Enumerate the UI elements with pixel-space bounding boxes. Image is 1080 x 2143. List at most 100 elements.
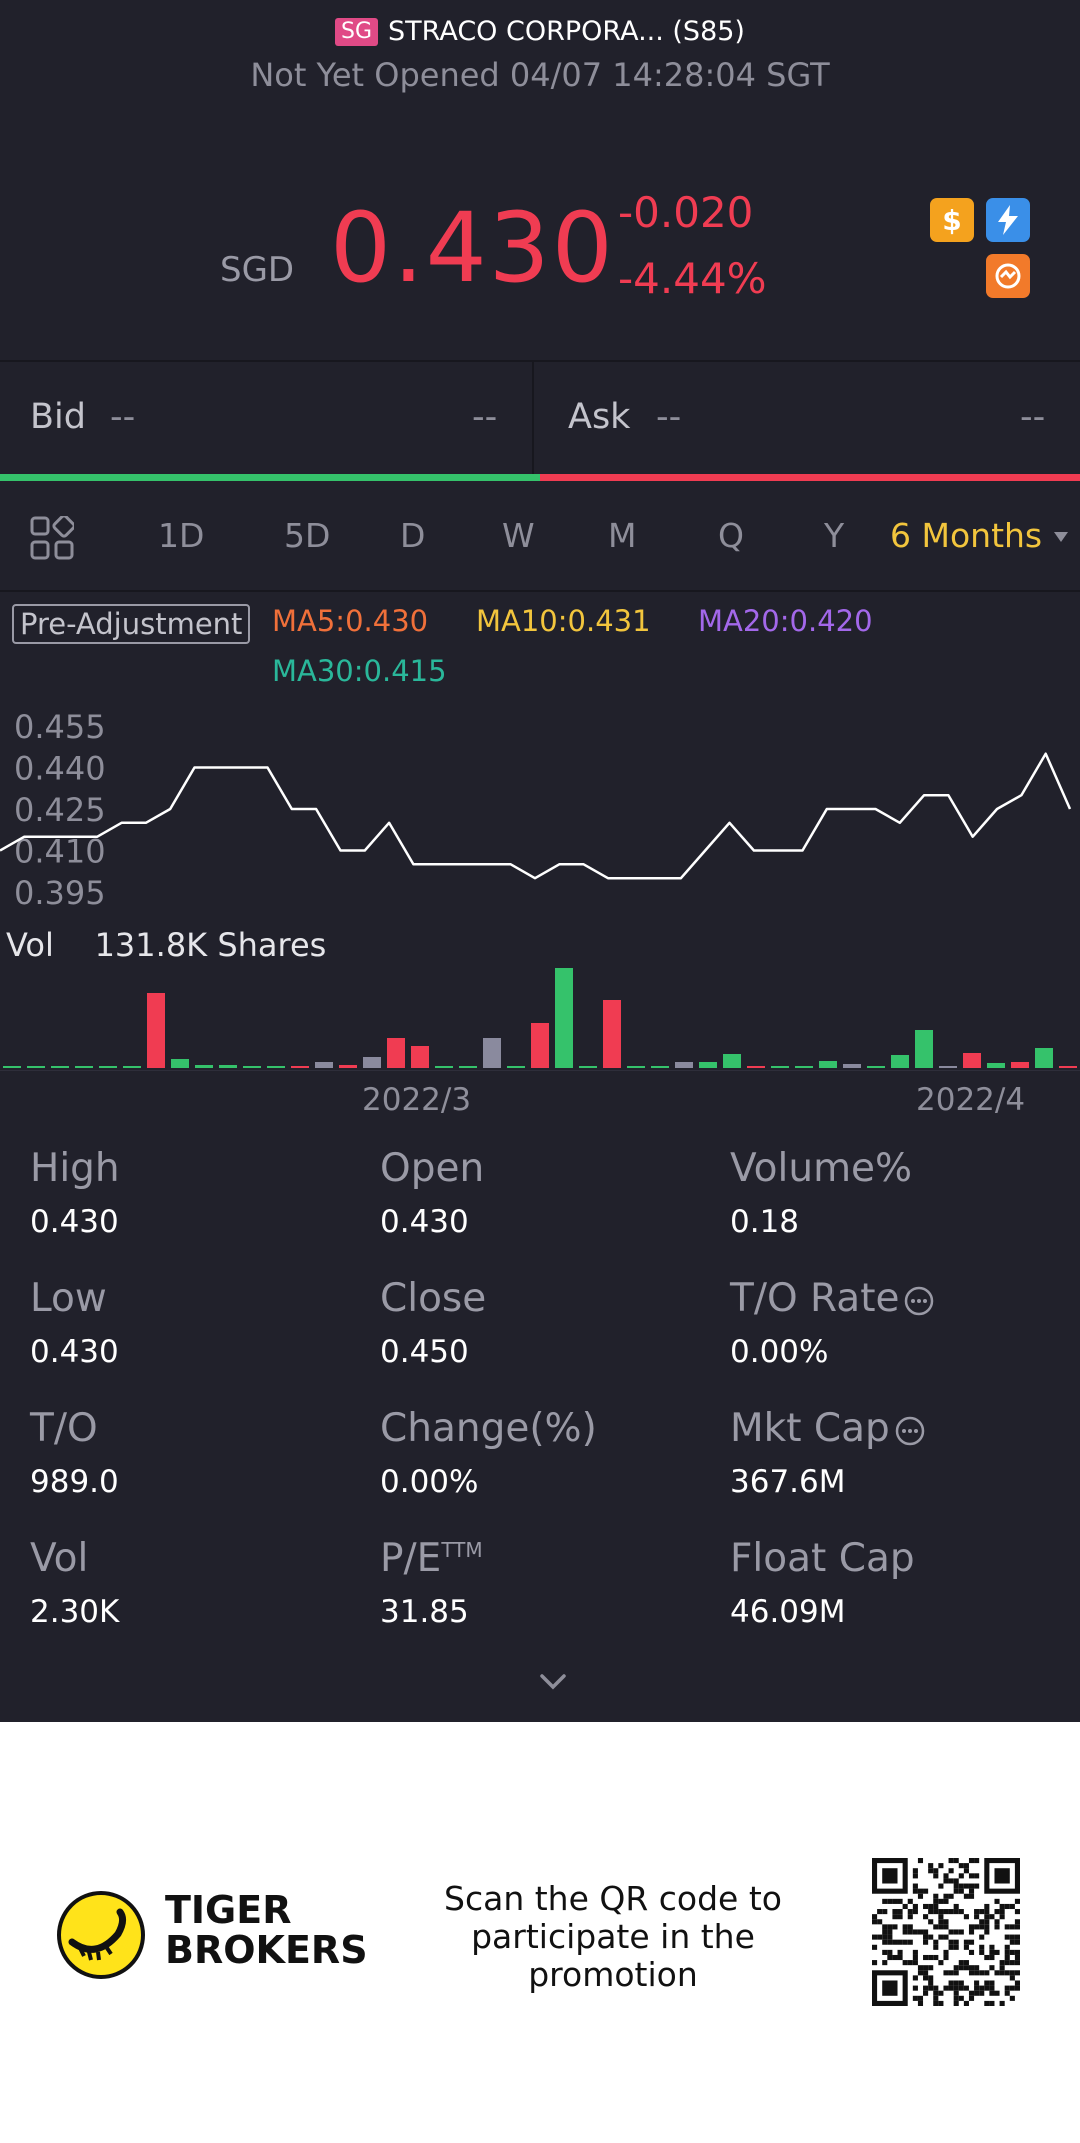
- qr-module: [1009, 1924, 1015, 1930]
- stat-close-value: 0.450: [380, 1334, 469, 1370]
- qr-module: [938, 1909, 944, 1915]
- qr-module: [979, 1909, 985, 1915]
- flash-icon[interactable]: [986, 198, 1030, 242]
- more-info-icon[interactable]: [903, 1285, 935, 1317]
- volume-bar: [603, 1000, 621, 1068]
- volume-bar-chart[interactable]: [0, 950, 1080, 1072]
- stat-float-cap-value: 46.09M: [730, 1594, 846, 1630]
- qr-module: [872, 1944, 878, 1950]
- qr-module: [948, 1909, 954, 1915]
- bid-label: Bid: [30, 397, 86, 437]
- more-info-icon[interactable]: [894, 1415, 926, 1447]
- volume-bar: [747, 1066, 765, 1068]
- qr-module: [872, 1919, 878, 1925]
- qr-finder-module: [882, 1980, 898, 1996]
- stat-low-label: Low: [30, 1276, 107, 1321]
- qr-module: [968, 1893, 975, 1899]
- qr-module: [892, 1924, 898, 1930]
- qr-module: [933, 1868, 939, 1874]
- qr-module: [963, 1939, 969, 1945]
- stat-to-rate-value: 0.00%: [730, 1334, 829, 1370]
- qr-module: [963, 2000, 969, 2006]
- volume-bar: [723, 1054, 741, 1068]
- promo-line: Scan the QR code to: [444, 1879, 782, 1918]
- qr-module: [928, 1965, 934, 1971]
- stat-open-label: Open: [380, 1146, 485, 1191]
- tab-1d[interactable]: 1D: [158, 516, 204, 555]
- qr-module: [933, 1873, 939, 1879]
- volume-bar: [267, 1066, 285, 1068]
- qr-module: [984, 1954, 990, 1961]
- qr-module: [943, 1893, 949, 1899]
- qr-module: [943, 1909, 949, 1915]
- volume-bar: [699, 1062, 717, 1068]
- qr-module: [1009, 1939, 1015, 1945]
- chevron-down-icon[interactable]: [538, 1670, 568, 1694]
- tab-m[interactable]: M: [608, 516, 636, 555]
- stat-vol-value: 2.30K: [30, 1594, 120, 1630]
- qr-module: [907, 1914, 913, 1920]
- shield-icon[interactable]: [986, 254, 1030, 298]
- stat-low-value: 0.430: [30, 1334, 119, 1370]
- qr-module: [912, 1975, 918, 1981]
- tab-5d[interactable]: 5D: [284, 516, 330, 555]
- tab-q[interactable]: Q: [718, 516, 744, 555]
- qr-module: [974, 1914, 980, 1920]
- qr-module: [923, 1903, 929, 1910]
- tab-w[interactable]: W: [502, 516, 535, 555]
- qr-module: [928, 1934, 934, 1940]
- volume-bar: [675, 1062, 693, 1068]
- volume-bar: [27, 1066, 45, 1068]
- stock-name: STRACO CORPORA... (S85): [388, 16, 745, 47]
- volume-bar: [339, 1065, 357, 1068]
- stat-pe-value: 31.85: [380, 1594, 469, 1630]
- volume-bar: [1011, 1062, 1029, 1068]
- qr-module: [928, 1985, 934, 1991]
- tab-6-months[interactable]: 6 Months: [890, 516, 1042, 555]
- y-tick-label: 0.440: [14, 750, 106, 788]
- qr-module: [897, 1909, 903, 1915]
- qr-module: [882, 1960, 888, 1966]
- qr-module: [912, 1909, 918, 1915]
- stat-pe-label: P/E: [380, 1536, 442, 1581]
- price-line-chart[interactable]: 0.455 0.4400.425 0.4100.395: [0, 700, 1080, 920]
- qr-module: [948, 1985, 954, 1991]
- qr-module: [877, 1909, 883, 1915]
- qr-module: [1014, 1985, 1020, 1991]
- qr-code[interactable]: [872, 1858, 1020, 2006]
- volume-bar: [963, 1053, 981, 1068]
- qr-module: [1004, 1985, 1010, 1991]
- stat-close-label: Close: [380, 1276, 487, 1321]
- qr-module: [958, 1888, 964, 1894]
- qr-module: [979, 1990, 985, 1996]
- qr-module: [938, 1883, 944, 1889]
- promo-line: participate in the: [471, 1917, 755, 1956]
- qr-module: [892, 1898, 898, 1904]
- qr-module: [1004, 1990, 1010, 1996]
- adjustment-toggle[interactable]: Pre-Adjustment: [12, 604, 251, 644]
- grid-icon[interactable]: [30, 516, 74, 560]
- qr-module: [902, 1903, 908, 1910]
- dollar-icon[interactable]: $: [930, 198, 974, 242]
- qr-module: [999, 1914, 1005, 1920]
- brand-line: BROKERS: [165, 1928, 368, 1972]
- qr-module: [1014, 1898, 1020, 1904]
- qr-module: [953, 1970, 959, 1976]
- bid-price: --: [110, 397, 136, 437]
- chevron-down-icon[interactable]: [1054, 532, 1068, 542]
- qr-module: [989, 1954, 995, 1961]
- qr-module: [984, 1985, 990, 1991]
- tab-d[interactable]: D: [400, 516, 425, 555]
- qr-module: [923, 1975, 929, 1981]
- currency: SGD: [220, 250, 295, 290]
- qr-module: [953, 1985, 959, 1991]
- qr-module: [958, 1863, 964, 1869]
- qr-module: [1014, 1970, 1020, 1976]
- qr-module: [902, 1924, 908, 1930]
- qr-module: [917, 1888, 924, 1894]
- qr-module: [933, 1995, 939, 2001]
- tab-y[interactable]: Y: [824, 516, 844, 555]
- ma20-value: MA20:0.420: [698, 604, 873, 638]
- qr-module: [999, 1960, 1005, 1966]
- qr-module: [933, 1893, 939, 1899]
